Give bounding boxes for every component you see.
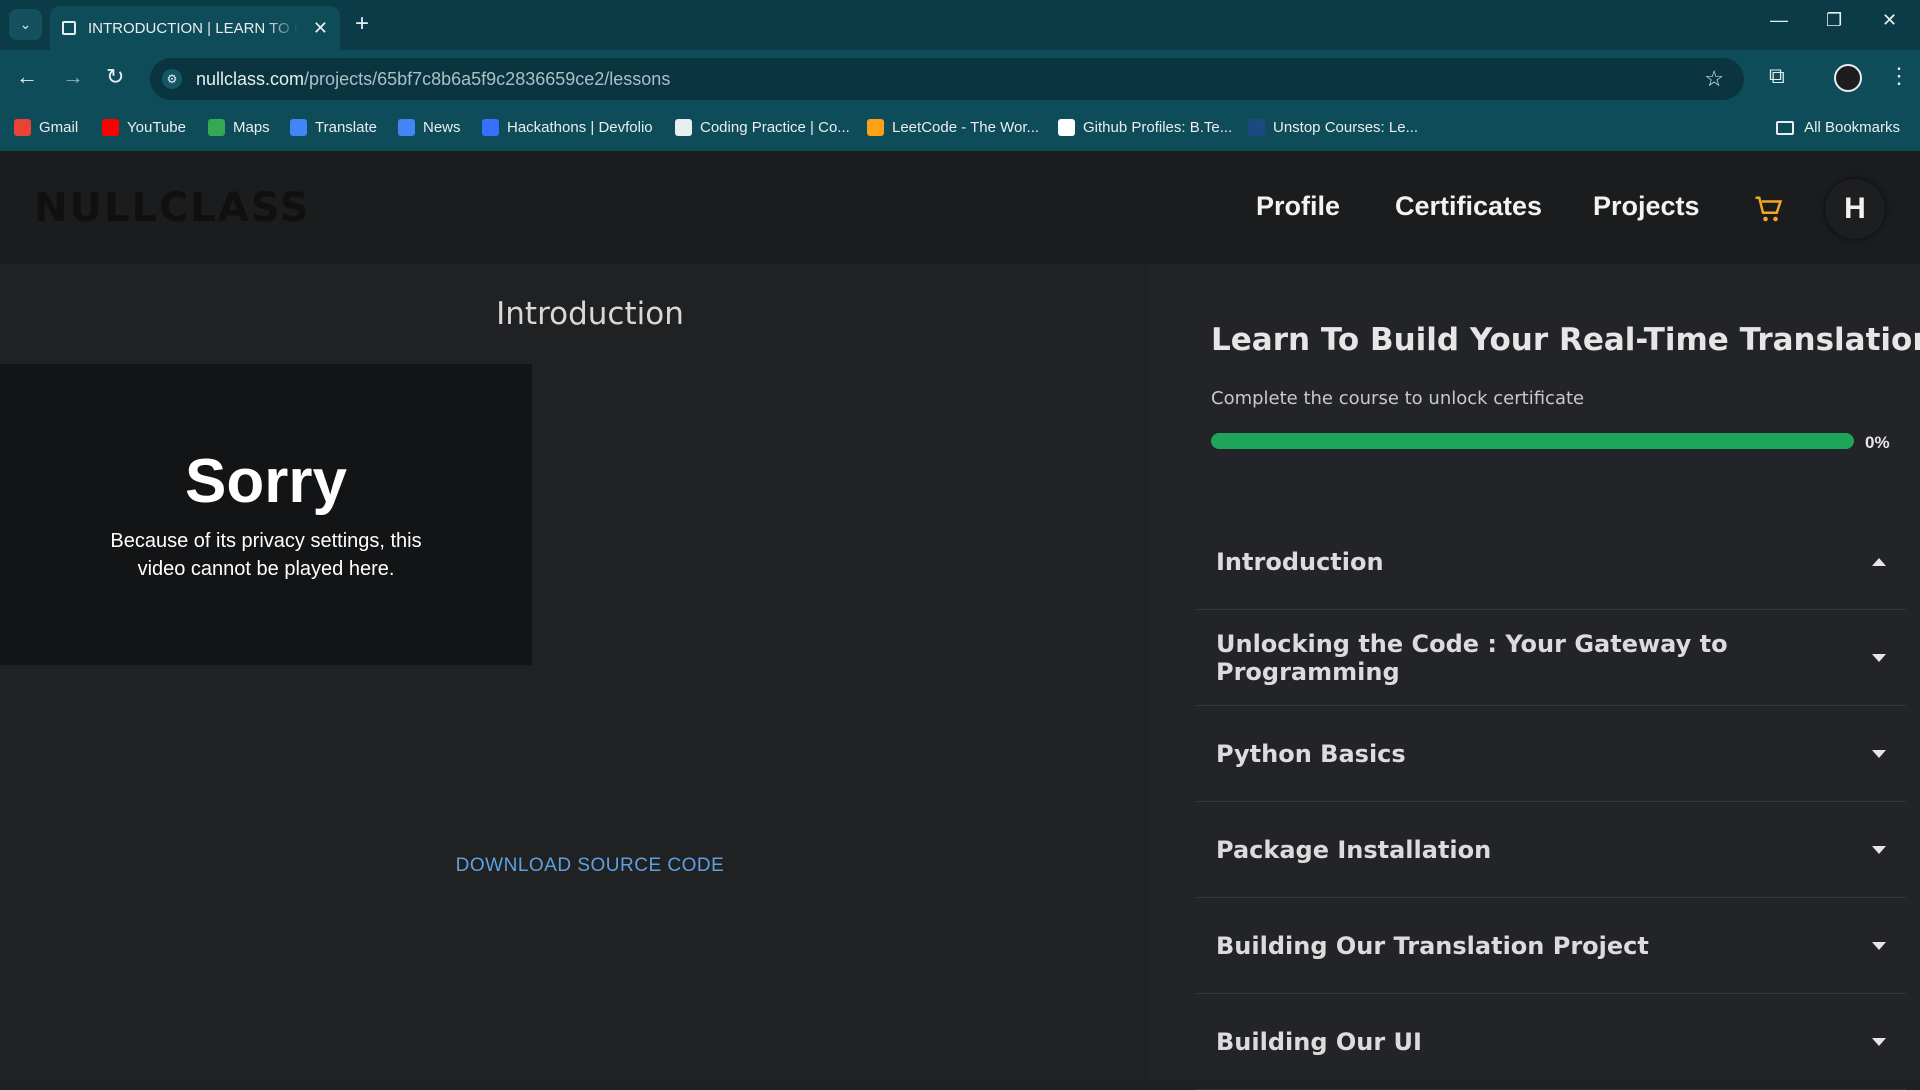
video-error-heading: Sorry <box>185 447 347 516</box>
unstop-icon <box>1248 119 1265 136</box>
course-subtitle: Complete the course to unlock certificat… <box>1211 388 1585 409</box>
back-arrow-icon[interactable]: ← <box>16 66 38 88</box>
chevron-down-icon[interactable] <box>1872 845 1886 854</box>
chevron-down-icon[interactable] <box>1872 1037 1886 1046</box>
news-icon <box>398 119 415 136</box>
course-progress-fill <box>1211 433 1854 449</box>
url-path: /projects/65bf7c8b6a5f9c2836659ce2/lesso… <box>304 69 671 89</box>
chevron-down-icon[interactable] <box>1872 749 1886 758</box>
course-section-label: Introduction <box>1216 547 1384 576</box>
bookmark-star-icon[interactable]: ☆ <box>1704 66 1724 92</box>
bookmark-label: LeetCode - The Wor... <box>892 119 1040 136</box>
youtube-icon <box>102 119 119 136</box>
bookmark-label: Maps <box>233 119 270 136</box>
video-error-message: Because of its privacy settings, this vi… <box>110 530 422 580</box>
browser-tab-bar: ⌄ INTRODUCTION | LEARN TO BUILD YOUR REA… <box>0 0 1920 50</box>
address-bar-url[interactable]: nullclass.com/projects/65bf7c8b6a5f9c283… <box>196 69 670 90</box>
user-avatar[interactable]: H <box>1825 179 1885 239</box>
nav-profile-link[interactable]: Profile <box>1256 191 1340 222</box>
bookmark-gmail[interactable]: Gmail <box>14 119 78 136</box>
browser-tab-active[interactable]: INTRODUCTION | LEARN TO BUILD YOUR REAL-… <box>50 6 340 50</box>
github-profiles-icon <box>1058 119 1075 136</box>
course-section-label: Python Basics <box>1216 739 1406 768</box>
course-sidebar: Learn To Build Your Real-Time Translatio… <box>1148 264 1920 1090</box>
bookmark-label: YouTube <box>127 119 186 136</box>
bookmark-label: News <box>423 119 461 136</box>
course-title: Learn To Build Your Real-Time Translatio… <box>1211 322 1920 358</box>
cart-icon[interactable] <box>1753 194 1783 229</box>
nav-projects-link[interactable]: Projects <box>1593 191 1700 222</box>
course-section-label: Package Installation <box>1216 835 1492 864</box>
course-progress-bar <box>1211 433 1854 449</box>
course-section-label: Building Our Translation Project <box>1216 931 1649 960</box>
maps-icon <box>208 119 225 136</box>
restore-window-icon[interactable]: ❐ <box>1826 10 1842 31</box>
course-section-item[interactable]: Unlocking the Code : Your Gateway to Pro… <box>1196 610 1906 706</box>
address-bar[interactable]: ⚙ nullclass.com/projects/65bf7c8b6a5f9c2… <box>150 58 1744 100</box>
bookmark-leetcode[interactable]: LeetCode - The Wor... <box>867 119 1039 136</box>
coding-practice-icon <box>675 119 692 136</box>
bookmark-devfolio[interactable]: Hackathons | Devfolio <box>482 119 653 136</box>
chevron-down-icon[interactable] <box>1872 941 1886 950</box>
download-source-code-link[interactable]: DOWNLOAD SOURCE CODE <box>0 855 1180 877</box>
bookmark-label: Coding Practice | Co... <box>700 119 850 136</box>
course-section-item[interactable]: Python Basics <box>1196 706 1906 802</box>
translate-icon <box>290 119 307 136</box>
extensions-puzzle-icon[interactable]: ⧉ <box>1769 63 1785 89</box>
browser-toolbar: ← → ↻ ⚙ nullclass.com/projects/65bf7c8b6… <box>0 50 1920 107</box>
bookmark-label: Unstop Courses: Le... <box>1273 119 1419 136</box>
all-bookmarks-button[interactable]: All Bookmarks <box>1776 119 1900 136</box>
nav-certificates-link[interactable]: Certificates <box>1395 191 1542 222</box>
lesson-title: Introduction <box>496 296 684 332</box>
bookmark-label: Gmail <box>39 119 79 136</box>
course-section-item[interactable]: Building Our UI <box>1196 994 1906 1090</box>
chevron-down-icon[interactable] <box>1872 653 1886 662</box>
url-host: nullclass.com <box>196 69 305 89</box>
video-player[interactable]: Sorry Because of its privacy settings, t… <box>0 364 532 665</box>
tab-search-button[interactable]: ⌄ <box>9 9 42 40</box>
page-favicon-icon <box>62 21 76 35</box>
browser-profile-avatar[interactable] <box>1834 64 1862 92</box>
bookmark-coding-practice[interactable]: Coding Practice | Co... <box>675 119 850 136</box>
bookmark-label: Translate <box>315 119 377 136</box>
course-section-label: Building Our UI <box>1216 1027 1422 1056</box>
minimize-window-icon[interactable]: — <box>1770 10 1788 31</box>
bookmark-label: Hackathons | Devfolio <box>507 119 653 136</box>
close-window-icon[interactable]: ✕ <box>1882 10 1897 31</box>
page-content: NULLCLASS Profile Certificates Projects … <box>0 151 1920 1090</box>
course-section-item[interactable]: Introduction <box>1196 514 1906 610</box>
chevron-up-icon[interactable] <box>1872 557 1886 566</box>
bookmark-github-profiles[interactable]: Github Profiles: B.Te... <box>1058 119 1232 136</box>
all-bookmarks-label: All Bookmarks <box>1804 119 1900 136</box>
course-section-label: Unlocking the Code : Your Gateway to Pro… <box>1216 629 1728 686</box>
chevron-down-icon: ⌄ <box>19 16 32 32</box>
download-label[interactable]: DOWNLOAD SOURCE CODE <box>456 855 725 876</box>
bookmark-maps[interactable]: Maps <box>208 119 270 136</box>
bookmark-news[interactable]: News <box>398 119 461 136</box>
devfolio-icon <box>482 119 499 136</box>
nullclass-logo[interactable]: NULLCLASS <box>34 185 311 231</box>
course-progress-label: 0% <box>1865 433 1890 452</box>
forward-arrow-icon[interactable]: → <box>62 66 84 88</box>
close-tab-icon[interactable]: ✕ <box>313 18 328 39</box>
new-tab-button[interactable]: + <box>355 10 369 38</box>
course-section-item[interactable]: Building Our Translation Project <box>1196 898 1906 994</box>
gmail-icon <box>14 119 31 136</box>
course-sections-list: Introduction Unlocking the Code : Your Ga… <box>1196 514 1906 1090</box>
site-info-icon[interactable]: ⚙ <box>162 69 182 89</box>
bookmark-unstop[interactable]: Unstop Courses: Le... <box>1248 119 1418 136</box>
bookmark-label: Github Profiles: B.Te... <box>1083 119 1233 136</box>
bookmark-youtube[interactable]: YouTube <box>102 119 186 136</box>
tab-title: INTRODUCTION | LEARN TO BUILD YOUR REAL-… <box>88 19 298 37</box>
browser-menu-icon[interactable]: ⋮ <box>1888 63 1910 89</box>
course-section-item[interactable]: Package Installation <box>1196 802 1906 898</box>
bookmarks-bar: All Bookmarks Gmail YouTube Maps Translate N… <box>0 107 1920 151</box>
leetcode-icon <box>867 119 884 136</box>
site-header: NULLCLASS Profile Certificates Projects … <box>0 151 1920 264</box>
bookmark-translate[interactable]: Translate <box>290 119 377 136</box>
folder-icon <box>1776 120 1795 135</box>
reload-icon[interactable]: ↻ <box>106 66 124 88</box>
